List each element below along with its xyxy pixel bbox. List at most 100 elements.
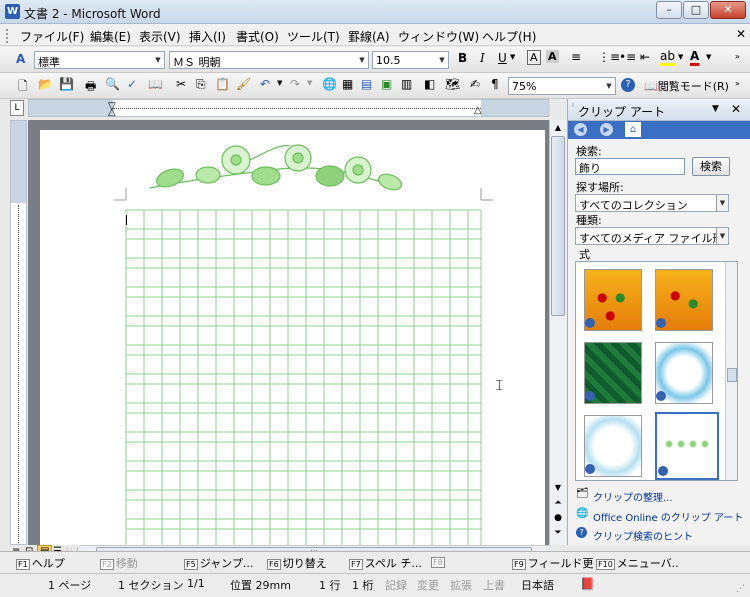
menu-grip[interactable] (6, 29, 10, 43)
fn-key-f7[interactable]: F7 スペル チ... (349, 555, 422, 571)
browse-object-icon[interactable]: ● (551, 513, 565, 527)
status-extend[interactable]: 拡張 (450, 577, 472, 593)
toolbar-options-icon-2[interactable]: » (735, 79, 740, 88)
zoom-combo[interactable]: 75% ▼ (508, 77, 616, 95)
back-icon[interactable]: ◀ (574, 123, 587, 136)
search-tips-link[interactable]: クリップ検索のヒント (593, 528, 693, 543)
clip-result-frame-sketch[interactable] (584, 415, 642, 477)
minimize-button[interactable]: – (656, 1, 682, 19)
toolbar-options-icon[interactable]: » (735, 52, 740, 61)
organize-clips-link[interactable]: クリップの整理... (593, 489, 673, 504)
type-select[interactable]: すべてのメディア ファイル形式 ▼ (575, 227, 729, 261)
redo-dropdown-icon[interactable]: ▼ (307, 79, 312, 87)
taskpane-close-icon[interactable]: ✕ (731, 102, 741, 116)
office-online-link[interactable]: Office Online のクリップ アート (593, 509, 743, 524)
menu-help[interactable]: ヘルプ(H) (482, 28, 536, 45)
search-button[interactable]: 検索 (692, 157, 730, 176)
spelling-icon[interactable]: ✓ (127, 77, 137, 91)
search-input[interactable]: 飾り (575, 158, 685, 175)
menu-file[interactable]: ファイル(F) (20, 28, 84, 45)
decrease-indent-icon[interactable]: ⇤ (640, 50, 650, 64)
close-button[interactable]: ✕ (710, 1, 746, 19)
tables-borders-icon[interactable]: ▦ (342, 77, 353, 91)
taskpane-menu-icon[interactable]: ▼ (712, 104, 719, 114)
hyperlink-icon[interactable]: 🌐 (322, 77, 337, 91)
bullets-icon[interactable]: •≡ (619, 50, 636, 64)
highlight-icon[interactable]: ab (660, 49, 675, 66)
forward-icon[interactable]: ▶ (600, 123, 613, 136)
save-icon[interactable]: 💾 (59, 77, 74, 91)
fn-key-f2[interactable]: F2 移動 (100, 555, 138, 571)
undo-dropdown-icon[interactable]: ▼ (277, 79, 282, 87)
char-shading-icon[interactable]: A (546, 50, 559, 63)
menu-edit[interactable]: 編集(E) (90, 28, 131, 45)
vertical-scrollbar[interactable]: ▲ ▼ ⏶ ● ⏷ (549, 120, 566, 545)
resize-grip-icon[interactable]: ⋰ (736, 584, 745, 594)
menu-format[interactable]: 書式(O) (236, 28, 279, 45)
underline-dropdown-icon[interactable]: ▼ (510, 53, 515, 61)
research-icon[interactable]: 📖 (148, 77, 163, 91)
status-record[interactable]: 記録 (385, 577, 407, 593)
document-page[interactable] (40, 130, 545, 545)
styles-formatting-icon[interactable]: A (16, 52, 25, 66)
style-combo[interactable]: 標準 ▼ (34, 51, 165, 69)
copy-icon[interactable]: ⎘ (196, 77, 206, 92)
underline-icon[interactable]: U (498, 51, 507, 65)
clip-result-water-frame[interactable] (655, 342, 713, 404)
next-page-icon[interactable]: ⏷ (551, 528, 565, 542)
clip-result-ornaments-1[interactable]: ● ● ● (584, 269, 642, 331)
menu-tools[interactable]: ツール(T) (287, 28, 340, 45)
location-select[interactable]: すべてのコレクション ▼ (575, 194, 729, 212)
numbering-icon[interactable]: ⋮≡ (598, 50, 620, 64)
right-indent-icon[interactable]: △ (474, 105, 482, 116)
vscroll-thumb[interactable] (551, 136, 565, 316)
document-map-icon[interactable]: 🗺 (445, 77, 460, 91)
maximize-button[interactable]: □ (683, 1, 709, 19)
menu-insert[interactable]: 挿入(I) (189, 28, 226, 45)
fn-key-f5[interactable]: F5 ジャンプ... (184, 555, 253, 571)
cut-icon[interactable]: ✂ (176, 77, 186, 91)
fn-key-f1[interactable]: F1 ヘルプ (16, 555, 65, 571)
clip-result-floral-border[interactable] (655, 412, 719, 480)
paste-icon[interactable]: 📋 (215, 77, 230, 91)
font-combo[interactable]: ＭＳ 明朝 ▼ (169, 51, 369, 69)
scroll-down-icon[interactable]: ▼ (551, 480, 565, 495)
format-painter-icon[interactable]: 🖌 (236, 77, 251, 91)
status-track-changes[interactable]: 変更 (417, 577, 439, 593)
previous-page-icon[interactable]: ⏶ (551, 498, 565, 512)
ink-icon[interactable]: ✍ (470, 77, 480, 91)
font-size-combo[interactable]: 10.5 ▼ (372, 51, 449, 69)
tab-selector[interactable]: L (10, 100, 24, 116)
bold-icon[interactable]: B (458, 51, 467, 65)
home-icon[interactable]: ⌂ (625, 122, 641, 137)
drawing-icon[interactable]: ◧ (424, 77, 435, 91)
reading-mode-button[interactable]: 📖閲覧モード(R) (644, 78, 729, 94)
menu-view[interactable]: 表示(V) (139, 28, 181, 45)
document-area[interactable] (28, 120, 549, 545)
help-icon[interactable]: ? (621, 78, 635, 92)
print-icon[interactable]: 🖶 (85, 77, 96, 98)
menu-window[interactable]: ウィンドウ(W) (398, 28, 479, 45)
clip-results-scroll-thumb[interactable] (727, 368, 737, 382)
spelling-status-icon[interactable]: 📕 (580, 577, 595, 591)
align-justify-icon[interactable]: ≡ (571, 50, 581, 64)
italic-icon[interactable]: I (480, 51, 485, 65)
clip-results[interactable]: ● ● ● ● ● (575, 261, 738, 481)
insert-excel-icon[interactable]: ▣ (381, 77, 392, 91)
menu-table[interactable]: 罫線(A) (348, 28, 390, 45)
fn-key-f10[interactable]: F10 メニューバ.. (596, 555, 679, 571)
scroll-up-icon[interactable]: ▲ (551, 120, 565, 135)
redo-icon[interactable]: ↷ (290, 77, 300, 91)
horizontal-ruler[interactable] (28, 99, 550, 117)
fn-key-f9[interactable]: F9 フィールド更 (512, 555, 593, 571)
doc-close-icon[interactable]: ✕ (736, 27, 746, 41)
clip-results-scrollbar[interactable] (725, 262, 737, 480)
vertical-ruler[interactable] (10, 120, 27, 545)
status-overtype[interactable]: 上書 (483, 577, 505, 593)
fn-key-f8[interactable]: F8 (431, 555, 447, 568)
hanging-indent-icon[interactable]: △ (108, 107, 116, 118)
highlight-dropdown-icon[interactable]: ▼ (678, 53, 683, 61)
insert-table-icon[interactable]: ▤ (361, 77, 372, 91)
font-color-dropdown-icon[interactable]: ▼ (706, 53, 711, 61)
open-icon[interactable]: 📂 (38, 77, 53, 91)
